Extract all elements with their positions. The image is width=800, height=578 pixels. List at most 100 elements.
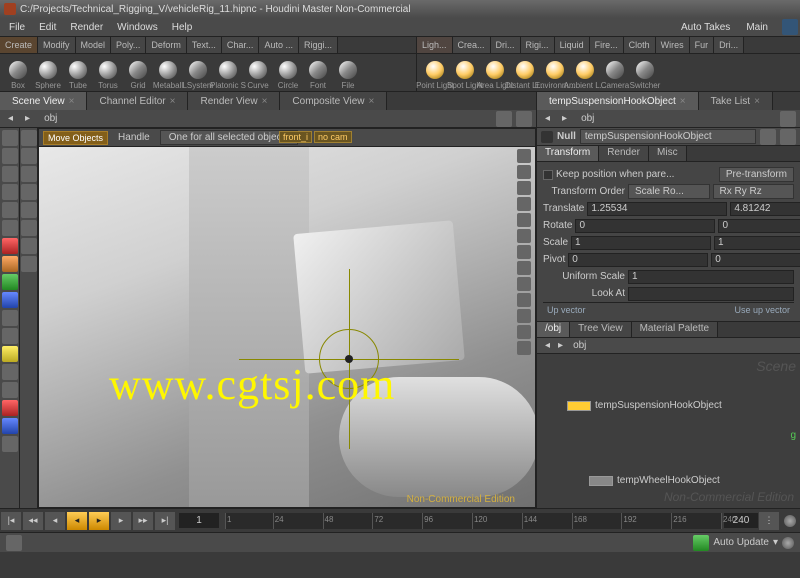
shelf-tab[interactable]: Ligh... (417, 37, 453, 53)
shelf-tab[interactable]: Fur (690, 37, 715, 53)
viewport-mode[interactable]: Move Objects (43, 131, 108, 145)
tab-channeleditor[interactable]: Channel Editor× (87, 92, 188, 110)
tool-torus[interactable]: Torus (94, 56, 122, 90)
close-icon[interactable]: × (680, 96, 686, 107)
tool-font[interactable]: Font (304, 56, 332, 90)
chevron-down-icon[interactable]: ▾ (773, 537, 778, 548)
display-opt-icon[interactable] (517, 229, 531, 243)
step-back-button[interactable]: ◂ (45, 512, 65, 530)
gear-icon[interactable] (782, 537, 794, 549)
display-opt-icon[interactable] (517, 165, 531, 179)
tool-icon[interactable] (2, 166, 18, 182)
close-icon[interactable]: × (754, 96, 760, 107)
display-opt-icon[interactable] (517, 261, 531, 275)
display-opt-icon[interactable] (517, 149, 531, 163)
rot-order-dropdown[interactable]: Rx Ry Rz (713, 184, 795, 199)
tool-icon[interactable] (2, 292, 18, 308)
tool-metaball[interactable]: Metaball (154, 56, 182, 90)
lookat-field[interactable] (628, 287, 794, 301)
prev-key-button[interactable]: ◂◂ (23, 512, 43, 530)
obj-path[interactable]: obj (38, 112, 63, 125)
tool-icon[interactable] (2, 184, 18, 200)
tool-circle[interactable]: Circle (274, 56, 302, 90)
keep-position-checkbox[interactable] (543, 170, 553, 180)
shelf-tab-create[interactable]: Create (0, 37, 38, 53)
update-indicator-icon[interactable] (693, 535, 709, 551)
camera-badge[interactable]: front_i no cam (279, 131, 352, 143)
translate-y[interactable] (730, 202, 800, 216)
tab-sceneview[interactable]: Scene View× (0, 92, 87, 110)
menu-file[interactable]: File (2, 20, 32, 35)
shelf-tab[interactable]: Deform (146, 37, 187, 53)
tool-icon[interactable] (21, 166, 37, 182)
shelf-tab[interactable]: Crea... (453, 37, 491, 53)
tool-icon[interactable] (2, 238, 18, 254)
display-opt-icon[interactable] (517, 293, 531, 307)
tool-tube[interactable]: Tube (64, 56, 92, 90)
scope-dropdown[interactable]: One for all selected objects (160, 130, 299, 145)
play-back-button[interactable]: ◂ (67, 512, 87, 530)
subtab-render[interactable]: Render (599, 146, 649, 161)
node-chip-icon[interactable] (567, 401, 591, 411)
next-key-button[interactable]: ▸▸ (133, 512, 153, 530)
play-fwd-button[interactable]: ▸ (89, 512, 109, 530)
pivot-y[interactable] (711, 253, 800, 267)
tool-pointlight[interactable]: Point Light (421, 56, 449, 90)
tool-icon[interactable] (21, 220, 37, 236)
nw-tab-obj[interactable]: /obj (537, 322, 570, 337)
tool-icon[interactable] (2, 400, 18, 416)
tool-icon[interactable] (2, 382, 18, 398)
nav-back-icon[interactable]: ◂ (541, 112, 554, 125)
scale-x[interactable] (571, 236, 711, 250)
close-icon[interactable]: × (170, 96, 176, 107)
shelf-tab[interactable]: Fire... (590, 37, 624, 53)
tool-icon[interactable] (2, 328, 18, 344)
shelf-tab[interactable]: Auto ... (259, 37, 299, 53)
tool-icon[interactable] (21, 202, 37, 218)
rotate-y[interactable] (718, 219, 800, 233)
shelf-tab[interactable]: Model (76, 37, 112, 53)
handle-label[interactable]: Handle (114, 131, 154, 144)
tool-icon[interactable] (2, 256, 18, 272)
nav-fwd-icon[interactable]: ▸ (21, 112, 34, 125)
tab-params[interactable]: tempSuspensionHookObject× (537, 92, 699, 110)
menu-windows[interactable]: Windows (110, 20, 165, 35)
network-pane[interactable]: /obj Tree View Material Palette ◂ ▸ obj … (537, 321, 800, 508)
tool-switcher[interactable]: Switcher (631, 56, 659, 90)
nav-fwd-icon[interactable]: ▸ (554, 339, 567, 352)
tool-sphere[interactable]: Sphere (34, 56, 62, 90)
menu-edit[interactable]: Edit (32, 20, 63, 35)
pretransform-dropdown[interactable]: Pre-transform (719, 167, 794, 182)
tool-icon[interactable] (2, 220, 18, 236)
tab-takelist[interactable]: Take List× (699, 92, 773, 110)
network-path[interactable]: obj (567, 339, 592, 352)
tool-icon[interactable] (2, 418, 18, 434)
tool-box[interactable]: Box (4, 56, 32, 90)
tool-icon[interactable] (21, 238, 37, 254)
gear-icon[interactable] (784, 515, 796, 527)
tool-icon[interactable] (21, 256, 37, 272)
tool-icon[interactable] (2, 436, 18, 452)
nw-tab-tree[interactable]: Tree View (570, 322, 631, 337)
3d-viewport[interactable]: Move Objects Handle One for all selected… (38, 128, 536, 508)
tool-icon[interactable] (2, 202, 18, 218)
shelf-tab[interactable]: Poly... (111, 37, 146, 53)
move-icon[interactable] (21, 130, 37, 146)
timeline-track[interactable]: 124487296120144168192216240 (225, 513, 721, 529)
tool-spotlight[interactable]: Spot Light (451, 56, 479, 90)
tool-camera[interactable]: Camera (601, 56, 629, 90)
display-opt-icon[interactable] (517, 309, 531, 323)
shelf-tab[interactable]: Dri... (491, 37, 521, 53)
node-name-field[interactable] (580, 129, 756, 144)
select-icon[interactable] (2, 130, 18, 146)
node-suspension-hook[interactable]: tempSuspensionHookObject (567, 400, 722, 411)
auto-update-label[interactable]: Auto Update (713, 537, 769, 548)
status-icon[interactable] (6, 535, 22, 551)
camera-nocam-label[interactable]: no cam (314, 131, 352, 143)
gear-icon[interactable] (780, 129, 796, 145)
first-frame-button[interactable]: |◂ (1, 512, 21, 530)
up-vector-link[interactable]: Up vector (547, 305, 586, 315)
tool-icon[interactable] (21, 148, 37, 164)
shelf-tab[interactable]: Char... (222, 37, 260, 53)
rotate-x[interactable] (575, 219, 715, 233)
